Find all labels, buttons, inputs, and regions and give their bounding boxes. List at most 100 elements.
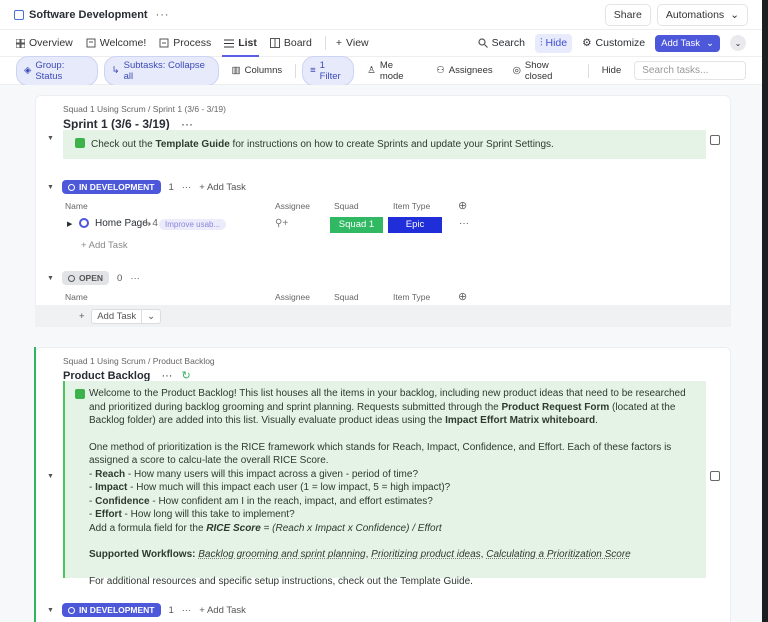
squad-value[interactable]: Squad 1 — [330, 217, 383, 233]
workflow-link[interactable]: Prioritizing product ideas — [371, 549, 481, 560]
group-more-button[interactable]: ··· — [182, 605, 192, 616]
subtask-count[interactable]: ↳4 — [144, 218, 158, 229]
hide-button[interactable]: ⫶ Hide — [534, 33, 573, 53]
plus-icon: + — [335, 37, 343, 49]
column-header-name[interactable]: Name — [65, 292, 88, 302]
column-header-squad[interactable]: Squad — [334, 201, 359, 211]
inline-add-task[interactable]: + Add Task — [81, 240, 128, 251]
add-task-label: Add Task — [661, 37, 701, 49]
filter-icon: ≡ — [310, 65, 316, 76]
expand-caret[interactable]: ▶ — [67, 220, 72, 228]
automations-button[interactable]: Automations ⌄ — [656, 3, 748, 26]
status-badge[interactable]: OPEN — [61, 271, 110, 285]
collapse-caret[interactable]: ▼ — [47, 135, 54, 142]
column-header-squad[interactable]: Squad — [334, 292, 359, 302]
show-closed-button[interactable]: ◎ Show closed — [506, 57, 582, 85]
rice-intro: One method of prioritization is the RICE… — [89, 441, 672, 467]
product-request-form-link[interactable]: Product Request Form — [501, 402, 609, 413]
search-tasks-input[interactable]: Search tasks... — [634, 61, 746, 80]
me-mode-button[interactable]: ♙ Me mode — [360, 57, 423, 85]
tab-list[interactable]: List — [222, 30, 259, 57]
task-count: 1 — [168, 181, 174, 193]
status-badge[interactable]: IN DEVELOPMENT — [61, 180, 161, 194]
column-header-item-type[interactable]: Item Type — [393, 292, 430, 302]
search-icon — [478, 38, 488, 48]
list-more-button[interactable]: ··· — [181, 117, 193, 131]
status-label: OPEN — [78, 273, 104, 283]
rice-desc: - How long will this take to implement? — [121, 509, 295, 520]
add-task-button[interactable]: Add Task ⌄ — [655, 34, 720, 52]
add-view-button[interactable]: + View — [336, 30, 369, 57]
row-more-button[interactable]: ··· — [459, 218, 469, 229]
open-group-footer: + Add Task ⌄ — [35, 305, 731, 327]
share-button[interactable]: Share — [604, 3, 651, 26]
group-more-button[interactable]: ··· — [130, 273, 140, 284]
customize-button[interactable]: ⚙ Customize — [582, 37, 645, 49]
status-group-header: ▼ IN DEVELOPMENT 1 ··· + Add Task — [47, 603, 246, 617]
backlog-notice: Welcome to the Product Backlog! This lis… — [63, 381, 706, 587]
inline-add-task[interactable]: + Add Task ⌄ — [79, 309, 162, 324]
app-window: Software Development ··· Share Automatio… — [0, 0, 762, 622]
column-header-item-type[interactable]: Item Type — [393, 201, 430, 211]
impact-effort-matrix-link[interactable]: Impact Effort Matrix whiteboard — [445, 415, 595, 426]
tab-overview[interactable]: Overview — [16, 30, 73, 57]
customize-label: Customize — [595, 37, 646, 49]
column-header-assignee[interactable]: Assignee — [275, 292, 310, 302]
divider — [324, 36, 326, 50]
add-column-icon[interactable]: ⊕ — [458, 290, 467, 303]
assignees-button[interactable]: ⚇ Assignees — [429, 62, 499, 79]
group-add-task-button[interactable]: + Add Task — [199, 605, 246, 616]
embed-icon[interactable] — [710, 135, 720, 145]
supported-workflows: Supported Workflows: Backlog grooming an… — [89, 549, 631, 560]
hide-filter-button[interactable]: Hide — [595, 62, 629, 79]
list-title[interactable]: Sprint 1 (3/6 - 3/19) ··· — [63, 117, 193, 131]
grid-icon — [16, 38, 25, 48]
search-button[interactable]: Search — [478, 37, 525, 49]
tab-board[interactable]: Board — [269, 30, 312, 57]
column-header-assignee[interactable]: Assignee — [275, 201, 310, 211]
filter-chip[interactable]: ≡ 1 Filter — [302, 55, 355, 86]
column-headers: Name Assignee Squad Item Type ⊕ — [63, 199, 703, 213]
automations-label: Automations — [665, 8, 725, 21]
formula-term: RICE Score — [206, 522, 261, 534]
chip-label: Subtasks: Collapse all — [123, 59, 205, 82]
collapse-caret[interactable]: ▼ — [47, 275, 54, 282]
collapse-toggle-button[interactable]: ⌄ — [730, 35, 746, 51]
notice-body: Welcome to the Product Backlog! This lis… — [75, 387, 696, 588]
breadcrumb: Squad 1 Using Scrum / Product Backlog — [63, 356, 215, 366]
chip-label: Me mode — [379, 59, 404, 82]
embed-icon[interactable] — [710, 471, 720, 481]
add-column-icon[interactable]: ⊕ — [458, 199, 467, 212]
collapse-caret[interactable]: ▼ — [47, 473, 54, 480]
workflow-link[interactable]: Calculating a Prioritization Score — [486, 549, 631, 560]
tab-process[interactable]: Process — [159, 30, 211, 57]
rice-desc: - How much will this impact each user (1… — [127, 482, 451, 493]
task-tag[interactable]: Improve usab... — [159, 219, 227, 230]
group-add-task-button[interactable]: + Add Task — [199, 182, 246, 193]
group-more-button[interactable]: ··· — [182, 182, 192, 193]
notice-text: Check out the — [91, 139, 156, 150]
view-tabs-bar: Overview Welcome! Process List Board + V… — [0, 30, 762, 57]
title-more-button[interactable]: ··· — [156, 9, 170, 21]
tab-label: Board — [283, 37, 312, 49]
tab-welcome[interactable]: Welcome! — [86, 30, 146, 57]
notice-text: . — [595, 415, 598, 426]
columns-button[interactable]: ▥ Columns — [225, 62, 289, 79]
item-type-value[interactable]: Epic — [388, 217, 442, 233]
collapse-caret[interactable]: ▼ — [47, 607, 54, 614]
status-badge[interactable]: IN DEVELOPMENT — [61, 603, 161, 617]
add-assignee-icon[interactable]: ⚲+ — [275, 218, 288, 229]
column-header-name[interactable]: Name — [65, 201, 88, 211]
divider — [295, 63, 297, 78]
chip-label: Columns — [244, 65, 283, 76]
chevron-down-icon: ⌄ — [730, 8, 739, 21]
subtasks-chip[interactable]: ↳ Subtasks: Collapse all — [103, 55, 219, 86]
table-row[interactable]: ▶ Home Page ↳4 Improve usab... ⚲+ Squad … — [63, 215, 703, 235]
status-circle-icon[interactable] — [79, 218, 89, 228]
group-by-chip[interactable]: ◈ Group: Status — [16, 55, 98, 86]
collapse-caret[interactable]: ▼ — [47, 184, 54, 191]
workflow-link[interactable]: Backlog grooming and sprint planning — [198, 549, 365, 560]
welcome-icon — [86, 38, 96, 48]
task-name[interactable]: Home Page — [95, 218, 148, 229]
template-guide-link[interactable]: Template Guide — [155, 139, 229, 150]
